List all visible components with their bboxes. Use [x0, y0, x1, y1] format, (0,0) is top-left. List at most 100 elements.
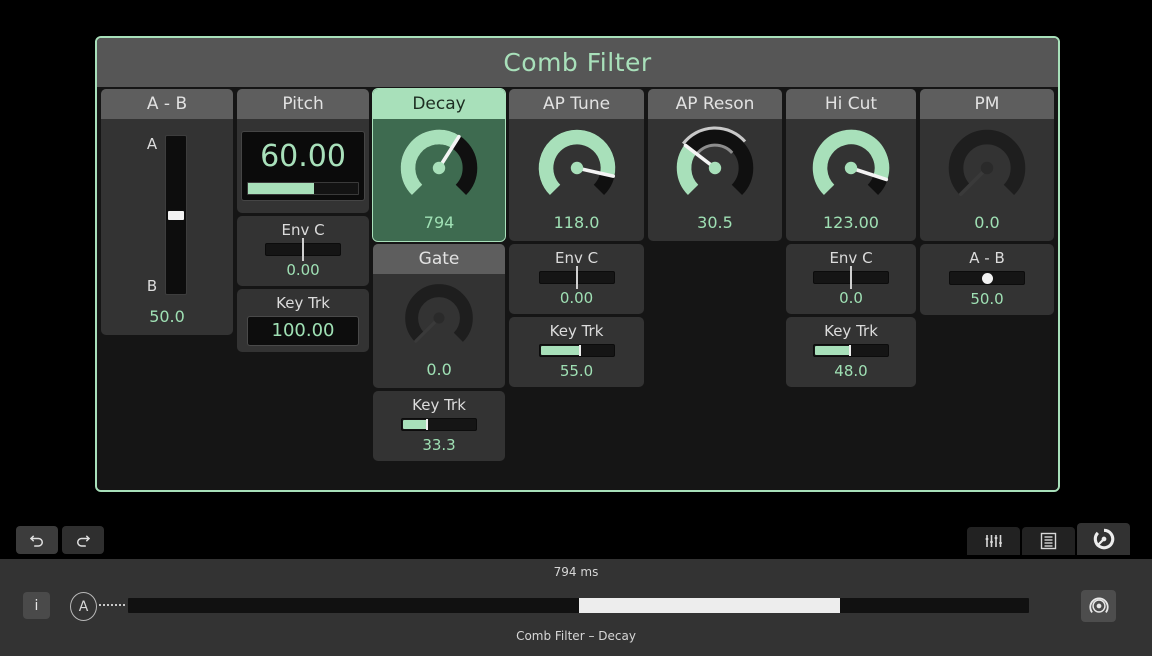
- module-ap-tune[interactable]: AP Tune 118.0: [509, 89, 644, 241]
- sub-label: Key Trk: [549, 322, 604, 340]
- bipolar-slider[interactable]: [813, 266, 889, 289]
- pitch-display[interactable]: 60.00: [241, 131, 366, 201]
- ab-top-label: A: [146, 135, 158, 153]
- bipolar-slider[interactable]: [538, 266, 615, 289]
- tab-list[interactable]: [1022, 527, 1075, 555]
- module-pm[interactable]: PM 0.0: [920, 89, 1054, 241]
- sub-value: 50.0: [970, 290, 1004, 308]
- module-body: 123.00: [786, 119, 916, 241]
- sub-label: Env C: [829, 249, 873, 267]
- pitch-bar[interactable]: [247, 182, 360, 195]
- knob-icon: [1088, 597, 1109, 613]
- sub-key-trk: Key Trk 100.00: [237, 289, 370, 352]
- modulation-dotted-line: [99, 604, 127, 606]
- module-header-ap-reson[interactable]: AP Reson: [648, 89, 782, 119]
- center-tick: [850, 266, 852, 289]
- sub-label: Key Trk: [824, 322, 878, 340]
- ab-fader-marks: A B: [147, 135, 157, 295]
- sub-key-trk: Key Trk 33.3: [373, 391, 506, 461]
- module-header-ap-tune[interactable]: AP Tune: [509, 89, 644, 119]
- module-pitch[interactable]: Pitch 60.00: [237, 89, 370, 213]
- module-header-pm[interactable]: PM: [920, 89, 1054, 119]
- knob-dial[interactable]: [401, 280, 477, 356]
- module-header-pitch[interactable]: Pitch: [237, 89, 370, 119]
- module-body: A B 50.0: [101, 119, 233, 335]
- status-bar: 794 ms i A Comb Filter – Decay: [0, 559, 1152, 656]
- bar-thumb: [579, 345, 582, 356]
- sub-env-c: Env C 0.00: [237, 216, 370, 286]
- breadcrumb: Comb Filter – Decay: [516, 629, 636, 643]
- info-button[interactable]: i: [23, 592, 50, 619]
- value-bar-slider[interactable]: [401, 418, 478, 431]
- module-body: 0.0: [920, 119, 1054, 241]
- sub-env-c: Env C 0.0: [785, 244, 917, 314]
- undo-button[interactable]: [16, 526, 58, 554]
- ab-dot-slider[interactable]: [949, 271, 1026, 285]
- app-root: Comb Filter A - B A B 50.0 Pitch 60.00 E…: [0, 0, 1152, 656]
- knob-dial[interactable]: [534, 125, 620, 211]
- module-value: 30.5: [697, 213, 733, 232]
- column-decay: Decay 794 Gate 0.0 Key Trk 33.3: [372, 88, 507, 461]
- module-decay[interactable]: Decay 794: [372, 88, 507, 242]
- redo-button[interactable]: [62, 526, 104, 554]
- vertical-fader-thumb: [168, 211, 185, 220]
- sub-env-c: Env C 0.00: [509, 244, 644, 314]
- module-gate: Gate 0.0: [373, 244, 506, 388]
- module-ap-reson[interactable]: AP Reson 30.5: [648, 89, 782, 241]
- bar-fill: [815, 346, 850, 355]
- module-header-decay[interactable]: Decay: [373, 89, 506, 119]
- knob-dial[interactable]: [808, 125, 894, 211]
- sub-label: Key Trk: [412, 396, 466, 414]
- module-header-hi-cut[interactable]: Hi Cut: [785, 89, 917, 119]
- pitch-bar-fill: [248, 183, 315, 194]
- sub-a---b: A - B 50.0: [920, 244, 1054, 315]
- toolbar: [0, 515, 1152, 559]
- numeric-field-value: 100.00: [271, 320, 335, 341]
- parameter-rack: A - B A B 50.0 Pitch 60.00 Env C 0.00 Ke…: [97, 87, 1058, 490]
- list-icon: [1040, 532, 1057, 550]
- knob-dial[interactable]: [672, 125, 758, 211]
- sub-value: 48.0: [834, 362, 868, 380]
- module-body: 30.5: [648, 119, 782, 241]
- bar-thumb: [426, 419, 428, 430]
- tab-knobs[interactable]: [1077, 523, 1130, 555]
- knob-dial[interactable]: [396, 125, 482, 211]
- pitch-value: 60.00: [260, 139, 346, 174]
- undo-arrow-icon: [29, 535, 43, 547]
- parameter-slider-fill: [578, 598, 840, 613]
- module-header-a-b[interactable]: A - B: [101, 89, 234, 119]
- sub-label: Key Trk: [276, 294, 330, 312]
- module-value: 794: [423, 213, 455, 232]
- module-a-b[interactable]: A - B A B 50.0: [101, 89, 234, 335]
- module-header: Gate: [373, 244, 506, 274]
- knob-mode-button[interactable]: [1081, 590, 1116, 622]
- vertical-fader-track[interactable]: [165, 135, 188, 295]
- tab-mixer[interactable]: [967, 527, 1020, 555]
- redo-arrow-icon: [77, 535, 91, 547]
- module-value: 0.0: [426, 360, 452, 379]
- column-pm: PM 0.0 A - B 50.0: [920, 89, 1054, 315]
- sub-label: Env C: [281, 221, 325, 239]
- parameter-slider[interactable]: [128, 598, 1029, 613]
- module-value: 123.00: [823, 213, 879, 232]
- value-bar-slider[interactable]: [538, 344, 615, 357]
- bipolar-slider[interactable]: [265, 238, 342, 261]
- column-ap-reson: AP Reson 30.5: [648, 89, 782, 241]
- knob-dial[interactable]: [944, 125, 1030, 211]
- source-a-button[interactable]: A: [70, 592, 97, 621]
- module-body: 118.0: [509, 119, 644, 241]
- module-hi-cut[interactable]: Hi Cut 123.00: [785, 89, 917, 241]
- center-tick: [302, 238, 305, 261]
- ab-fader[interactable]: A B: [147, 129, 188, 301]
- page-title: Comb Filter: [97, 38, 1058, 87]
- numeric-field[interactable]: 100.00: [247, 316, 360, 346]
- sub-value: 0.0: [839, 289, 863, 307]
- sliders-icon: [985, 535, 1002, 547]
- value-bar-slider[interactable]: [813, 344, 889, 357]
- column-ap-tune: AP Tune 118.0 Env C 0.00 Key Trk 55.0: [509, 89, 644, 387]
- plugin-window: Comb Filter A - B A B 50.0 Pitch 60.00 E…: [95, 36, 1060, 492]
- sub-label: A - B: [969, 249, 1005, 267]
- sub-key-trk: Key Trk 55.0: [509, 317, 644, 387]
- sub-value: 33.3: [422, 436, 456, 454]
- module-body: 0.0: [373, 274, 505, 388]
